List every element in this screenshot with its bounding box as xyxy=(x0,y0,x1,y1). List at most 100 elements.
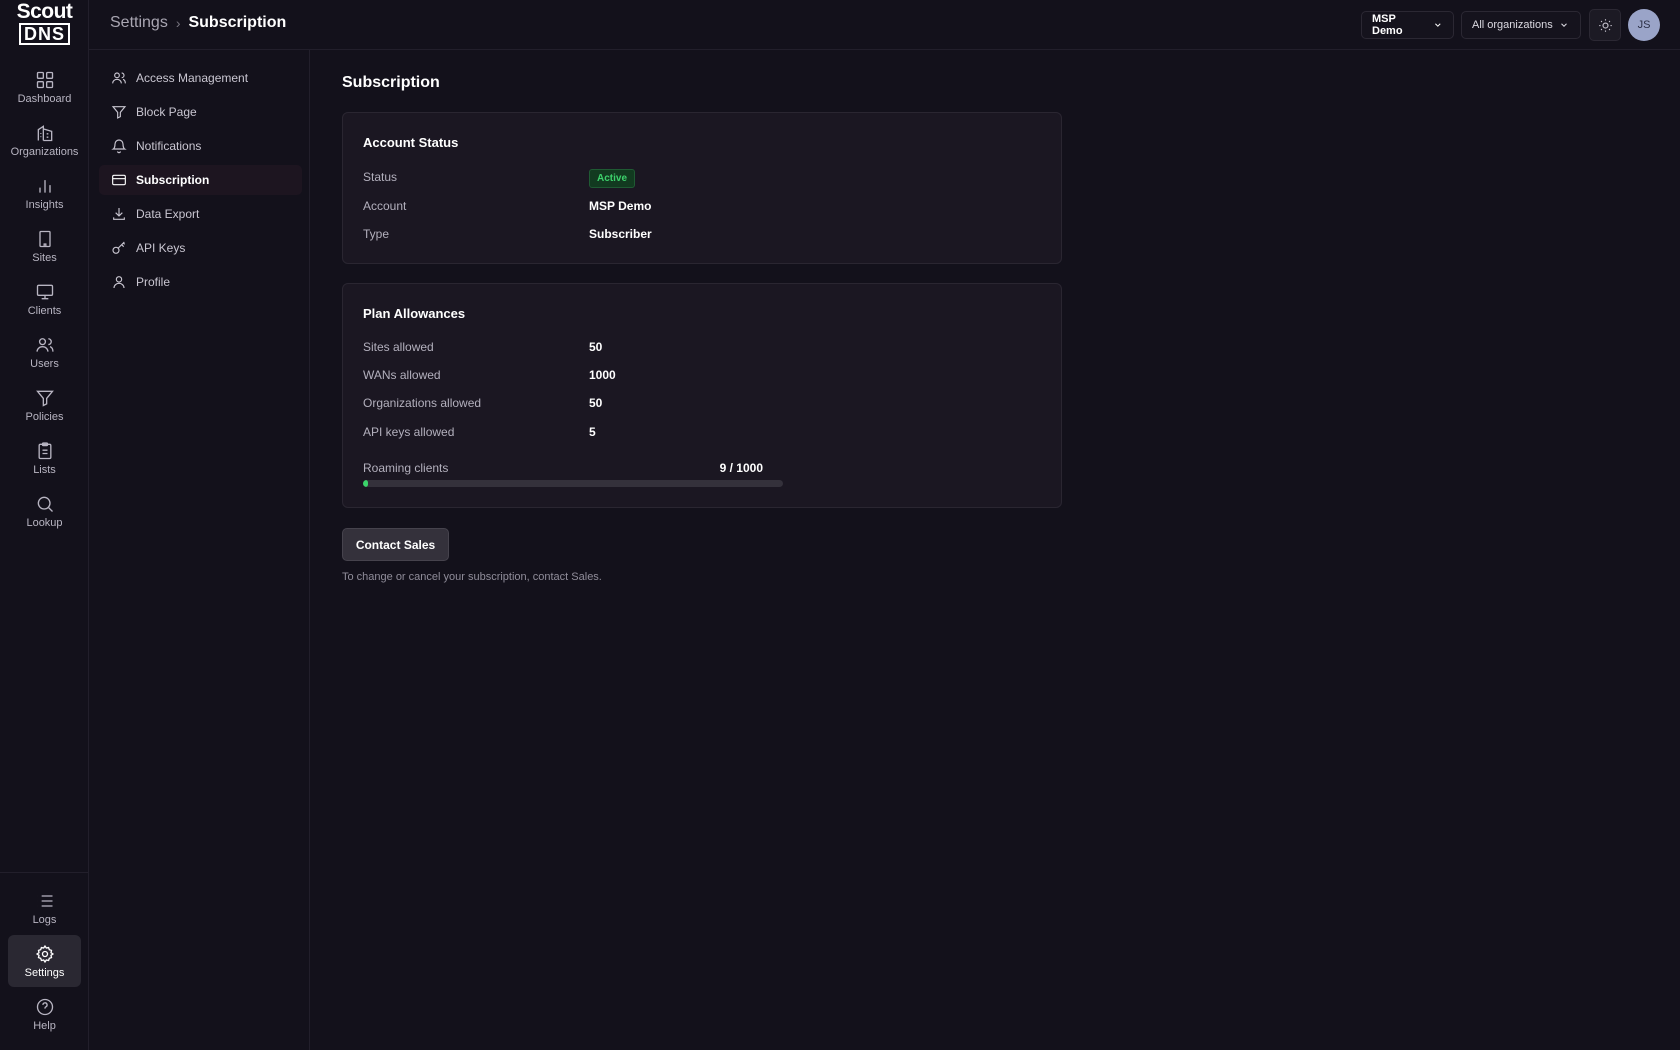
sun-icon xyxy=(1598,18,1612,32)
nav-dashboard-label: Dashboard xyxy=(17,92,72,105)
users-icon xyxy=(112,72,126,84)
nav-insights[interactable]: Insights xyxy=(8,167,81,219)
top-bar: Settings › Subscription MSP Demo All org… xyxy=(89,0,1680,50)
type-label: Type xyxy=(363,227,390,241)
page-title: Subscription xyxy=(342,74,440,91)
credit-card-icon xyxy=(112,174,126,186)
scope-selector[interactable]: All organizations xyxy=(1461,11,1581,39)
clipboard-icon xyxy=(38,441,51,459)
download-icon xyxy=(113,208,125,220)
roaming-clients-progress xyxy=(363,480,783,487)
settings-nav: Access Management Block Page Notificatio… xyxy=(89,50,310,1050)
scope-selector-value: All organizations xyxy=(1472,19,1553,31)
settings-item-label: API Keys xyxy=(136,241,186,255)
org-selector[interactable]: MSP Demo xyxy=(1361,11,1454,39)
settings-item-api-keys[interactable]: API Keys xyxy=(99,233,302,263)
status-badge: Active xyxy=(589,169,636,188)
breadcrumb-settings[interactable]: Settings xyxy=(110,14,168,32)
nav-lookup[interactable]: Lookup xyxy=(8,485,81,537)
sites-allowed-value: 50 xyxy=(589,340,603,354)
settings-item-access-management[interactable]: Access Management xyxy=(99,63,302,93)
nav-organizations-label: Organizations xyxy=(10,145,79,158)
chevron-down-icon xyxy=(1560,23,1567,27)
bell-icon xyxy=(111,139,127,154)
users-icon xyxy=(35,337,54,352)
theme-toggle-button[interactable] xyxy=(1589,9,1621,41)
organizations-allowed-value: 50 xyxy=(589,396,603,410)
avatar[interactable]: JS xyxy=(1628,9,1660,41)
nav-dashboard[interactable]: Dashboard xyxy=(8,61,81,113)
filter-icon xyxy=(35,390,54,407)
account-status-title: Account Status xyxy=(363,135,459,150)
nav-settings-label: Settings xyxy=(24,966,65,979)
settings-item-label: Data Export xyxy=(136,207,200,221)
nav-sites-label: Sites xyxy=(32,251,57,264)
wans-allowed-value: 1000 xyxy=(589,368,616,382)
breadcrumb: Settings › Subscription xyxy=(110,14,286,32)
account-status-card: Account Status Status Active Account MSP… xyxy=(342,112,1062,264)
settings-item-label: Subscription xyxy=(136,173,210,187)
nav-help[interactable]: Help xyxy=(8,988,81,1040)
settings-item-profile[interactable]: Profile xyxy=(99,267,302,297)
nav-policies[interactable]: Policies xyxy=(8,379,81,431)
search-icon xyxy=(37,496,53,512)
settings-item-label: Access Management xyxy=(136,71,249,85)
user-icon xyxy=(113,276,125,289)
nav-lists-label: Lists xyxy=(33,463,56,476)
help-icon xyxy=(36,998,53,1015)
settings-item-subscription[interactable]: Subscription xyxy=(99,165,302,195)
api-keys-allowed-value: 5 xyxy=(589,425,596,439)
settings-item-label: Block Page xyxy=(136,105,197,119)
account-value: MSP Demo xyxy=(589,199,652,213)
org-selector-value: MSP Demo xyxy=(1372,13,1403,37)
nav-help-label: Help xyxy=(33,1019,56,1032)
subscription-hint-text: To change or cancel your subscription, c… xyxy=(342,571,602,583)
filter-icon xyxy=(111,106,127,119)
scoutdns-logo[interactable]: Scout DNS xyxy=(0,0,89,46)
roaming-clients-progress-fill xyxy=(363,480,369,487)
contact-sales-button[interactable]: Contact Sales xyxy=(342,528,449,561)
monitor-icon xyxy=(36,284,53,299)
settings-item-label: Notifications xyxy=(136,139,202,153)
nav-lists[interactable]: Lists xyxy=(8,432,81,484)
organizations-allowed-label: Organizations allowed xyxy=(363,396,482,410)
settings-item-notifications[interactable]: Notifications xyxy=(99,131,302,161)
nav-policies-label: Policies xyxy=(25,410,64,423)
nav-insights-label: Insights xyxy=(25,198,64,211)
nav-lookup-label: Lookup xyxy=(26,516,63,529)
type-value: Subscriber xyxy=(589,227,652,241)
logo-bottom-text: DNS xyxy=(18,23,70,45)
nav-sites[interactable]: Sites xyxy=(8,220,81,272)
nav-logs-label: Logs xyxy=(32,913,57,926)
nav-settings[interactable]: Settings xyxy=(8,935,81,987)
nav-users[interactable]: Users xyxy=(8,326,81,378)
api-keys-allowed-label: API keys allowed xyxy=(363,425,455,439)
nav-organizations[interactable]: Organizations xyxy=(8,114,81,166)
roaming-clients-count: 9 / 1000 xyxy=(719,461,763,475)
key-icon xyxy=(112,241,126,254)
nav-logs[interactable]: Logs xyxy=(8,882,81,934)
chevron-down-icon xyxy=(1435,23,1441,27)
grid-icon xyxy=(36,71,53,88)
sites-allowed-label: Sites allowed xyxy=(363,340,434,354)
nav-clients[interactable]: Clients xyxy=(8,273,81,325)
roaming-clients-label: Roaming clients xyxy=(363,461,449,475)
main-sidebar: Scout DNS Dashboard Organizations Insigh… xyxy=(0,0,89,1050)
building-icon xyxy=(37,124,52,141)
bar-chart-icon xyxy=(38,179,51,193)
nav-clients-label: Clients xyxy=(27,304,62,317)
plan-allowances-title: Plan Allowances xyxy=(363,306,466,321)
rail-divider xyxy=(0,872,89,873)
settings-item-label: Profile xyxy=(136,275,171,289)
nav-users-label: Users xyxy=(30,357,59,370)
status-label: Status xyxy=(363,170,398,184)
logo-top-text: Scout xyxy=(16,0,73,23)
settings-item-data-export[interactable]: Data Export xyxy=(99,199,302,229)
plan-allowances-card: Plan Allowances Sites allowed 50 WANs al… xyxy=(342,283,1062,508)
gear-icon xyxy=(35,944,54,963)
wans-allowed-label: WANs allowed xyxy=(363,368,441,382)
list-icon xyxy=(37,894,52,907)
chevron-right-icon: › xyxy=(175,15,181,31)
settings-item-block-page[interactable]: Block Page xyxy=(99,97,302,127)
breadcrumb-subscription: Subscription xyxy=(188,14,287,31)
